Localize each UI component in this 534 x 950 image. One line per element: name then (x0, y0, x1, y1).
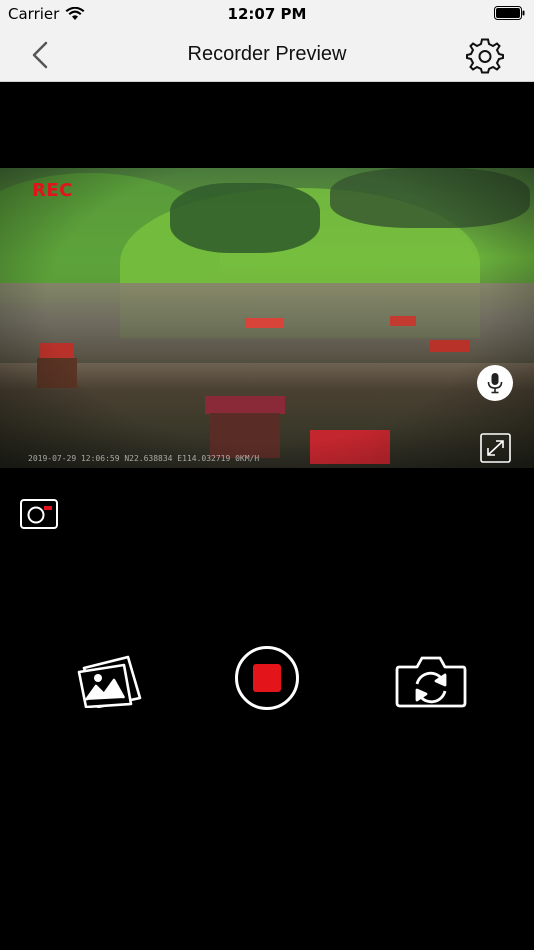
status-bar: Carrier 12:07 PM (0, 0, 534, 28)
lens-vignette (0, 168, 534, 468)
fullscreen-button[interactable] (480, 433, 511, 463)
gear-icon (466, 38, 504, 74)
snapshot-button[interactable] (20, 499, 58, 529)
record-button[interactable] (235, 646, 299, 710)
navigation-bar: Recorder Preview (0, 28, 534, 82)
microphone-icon (487, 373, 503, 394)
gallery-button[interactable] (76, 654, 144, 708)
photo-gallery-icon (77, 655, 142, 708)
status-time: 12:07 PM (227, 5, 307, 23)
battery-icon (494, 6, 525, 20)
camera-snapshot-icon (20, 499, 58, 529)
settings-button[interactable] (466, 37, 504, 75)
video-preview[interactable]: REC 2019-07-29 12:06:59 N22.638834 E114.… (0, 168, 534, 468)
video-overlay-info: 2019-07-29 12:06:59 N22.638834 E114.0327… (28, 454, 260, 463)
switch-camera-icon (395, 656, 467, 708)
expand-icon (480, 433, 511, 463)
page-title: Recorder Preview (187, 43, 347, 65)
rec-indicator: REC (32, 180, 73, 201)
stop-record-icon (253, 664, 281, 692)
microphone-button[interactable] (477, 365, 513, 401)
switch-camera-button[interactable] (395, 653, 467, 709)
